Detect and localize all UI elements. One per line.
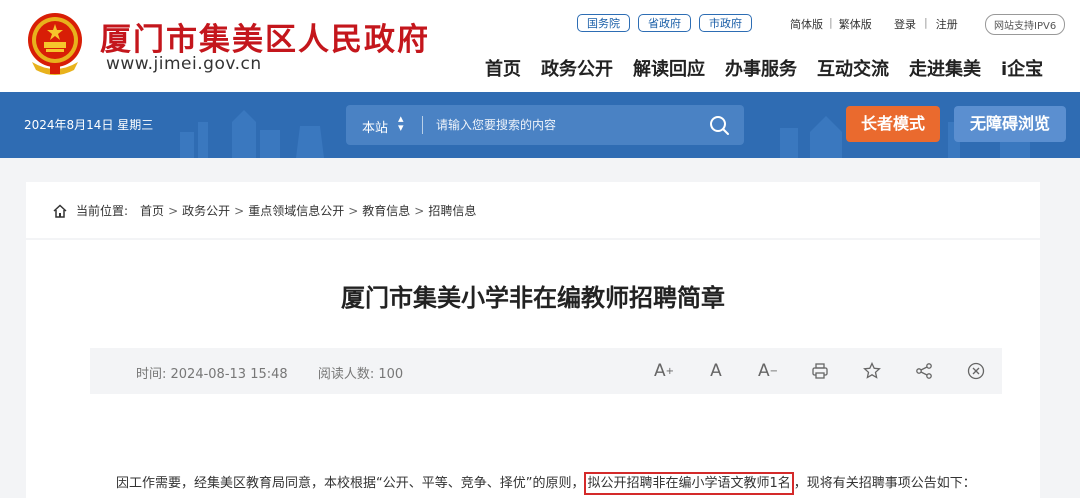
highlighted-text: 拟公开招聘非在编小学语文教师1名: [584, 472, 794, 495]
account-links: 登录 | 注册: [894, 16, 958, 32]
nav-item-services[interactable]: 办事服务: [725, 55, 797, 81]
article-tools: A + A A −: [638, 359, 1002, 383]
breadcrumb-label: 当前位置:: [76, 204, 129, 218]
national-emblem-icon[interactable]: [22, 10, 88, 78]
separator: |: [829, 16, 833, 29]
font-decrease-icon[interactable]: A −: [742, 359, 794, 383]
gov-link-province[interactable]: 省政府: [638, 14, 691, 32]
view-count: 阅读人数: 100: [317, 367, 404, 382]
nav-item-gov-affairs[interactable]: 政务公开: [541, 55, 613, 81]
gov-links: 国务院 省政府 市政府: [577, 14, 752, 32]
nav-item-ienterprise[interactable]: i企宝: [1001, 55, 1043, 81]
login-link[interactable]: 登录: [894, 16, 916, 32]
search-divider: [422, 116, 423, 134]
article-panel: 厦门市集美小学非在编教师招聘简章 时间: 2024-08-13 15:48 阅读…: [26, 240, 1040, 498]
font-normal-icon[interactable]: A: [690, 359, 742, 383]
breadcrumb-arrow: >: [168, 203, 179, 218]
home-icon: [53, 203, 67, 218]
breadcrumb: 当前位置: 首页 > 政务公开 > 重点领域信息公开 > 教育信息 > 招聘信息: [52, 202, 476, 219]
breadcrumb-home[interactable]: 首页: [140, 202, 164, 219]
search-scope-select[interactable]: 本站: [362, 117, 388, 136]
article-title: 厦门市集美小学非在编教师招聘简章: [341, 284, 725, 312]
site-title[interactable]: 厦门市集美区人民政府: [100, 14, 430, 59]
simplified-link[interactable]: 简体版: [790, 16, 823, 32]
main-nav: 首页 政务公开 解读回应 办事服务 互动交流 走进集美 i企宝: [485, 55, 1063, 81]
breadcrumb-arrow: >: [234, 203, 245, 218]
separator: |: [924, 16, 928, 29]
blue-banner: 2024年8月14日 星期三 本站 ▴▾ 长者模式 无障碍浏览: [0, 92, 1080, 158]
font-increase-icon[interactable]: A +: [638, 359, 690, 383]
share-icon[interactable]: [898, 359, 950, 383]
scope-caret-icon[interactable]: ▴ ▾: [398, 113, 404, 133]
breadcrumb-key-areas[interactable]: 重点领域信息公开: [248, 202, 344, 219]
nav-item-interpretation[interactable]: 解读回应: [633, 55, 705, 81]
breadcrumb-recruitment[interactable]: 招聘信息: [428, 202, 476, 219]
close-icon[interactable]: [950, 359, 1002, 383]
nav-item-about-jimei[interactable]: 走进集美: [909, 55, 981, 81]
publish-time: 时间: 2024-08-13 15:48: [136, 367, 288, 382]
para-text-before: 因工作需要，经集美区教育局同意，本校根据“公开、平等、竞争、择优”的原则，: [116, 476, 585, 491]
register-link[interactable]: 注册: [936, 16, 958, 32]
search-input[interactable]: [436, 113, 696, 137]
para-text-after: ，现将有关招聘事项公告如下：: [793, 476, 976, 491]
search-box: 本站 ▴ ▾: [346, 105, 744, 145]
elder-mode-button[interactable]: 长者模式: [846, 106, 940, 142]
star-icon[interactable]: [846, 359, 898, 383]
gov-link-city[interactable]: 市政府: [699, 14, 752, 32]
ipv6-badge: 网站支持IPV6: [985, 14, 1066, 35]
search-icon[interactable]: [706, 113, 732, 137]
breadcrumb-bar: 当前位置: 首页 > 政务公开 > 重点领域信息公开 > 教育信息 > 招聘信息: [26, 182, 1040, 238]
language-links: 简体版 | 繁体版: [790, 16, 872, 32]
article-meta-bar: 时间: 2024-08-13 15:48 阅读人数: 100 A + A A −: [90, 348, 1002, 394]
print-icon[interactable]: [794, 359, 846, 383]
accessibility-button[interactable]: 无障碍浏览: [954, 106, 1066, 142]
breadcrumb-arrow: >: [348, 203, 359, 218]
breadcrumb-gov-affairs[interactable]: 政务公开: [182, 202, 230, 219]
breadcrumb-arrow: >: [414, 203, 425, 218]
current-date: 2024年8月14日 星期三: [24, 118, 154, 132]
breadcrumb-education[interactable]: 教育信息: [362, 202, 410, 219]
article-paragraph: 因工作需要，经集美区教育局同意，本校根据“公开、平等、竞争、择优”的原则， 拟公开…: [116, 472, 976, 495]
site-header: 厦门市集美区人民政府 www.jimei.gov.cn 国务院 省政府 市政府 …: [0, 0, 1080, 92]
nav-item-home[interactable]: 首页: [485, 55, 521, 81]
article-meta: 时间: 2024-08-13 15:48 阅读人数: 100: [136, 363, 429, 382]
nav-item-interaction[interactable]: 互动交流: [817, 55, 889, 81]
gov-link-state-council[interactable]: 国务院: [577, 14, 630, 32]
traditional-link[interactable]: 繁体版: [839, 16, 872, 32]
site-url[interactable]: www.jimei.gov.cn: [106, 54, 262, 74]
